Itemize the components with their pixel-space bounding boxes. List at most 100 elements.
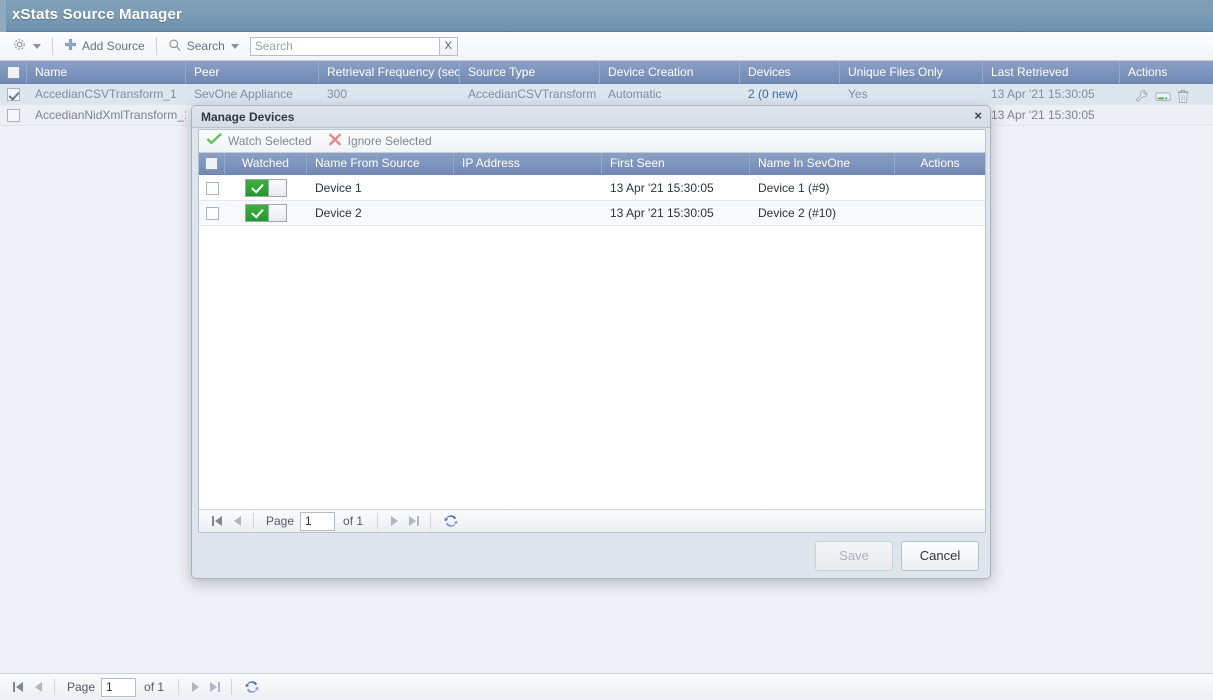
cell-last-retrieved: 13 Apr '21 15:30:05 <box>991 108 1095 122</box>
table-row[interactable]: Device 2 13 Apr '21 15:30:05 Device 2 (#… <box>199 201 985 226</box>
row-checkbox[interactable] <box>7 87 20 101</box>
cell-devices-link[interactable]: 2 (0 new) <box>740 84 840 104</box>
column-header-retrieval-frequency[interactable]: Retrieval Frequency (sec) <box>319 61 460 83</box>
table-row[interactable]: AccedianCSVTransform_1 SevOne Appliance … <box>0 84 1213 105</box>
page-number-input[interactable] <box>101 677 137 697</box>
add-source-label: Add Source <box>82 39 145 53</box>
watched-toggle[interactable] <box>245 204 287 222</box>
search-input[interactable] <box>249 36 440 56</box>
column-header-first-seen[interactable]: First Seen <box>602 153 750 174</box>
column-header-name[interactable]: Name <box>27 61 186 83</box>
save-button[interactable]: Save <box>815 540 893 571</box>
watched-toggle-cell[interactable] <box>225 176 307 200</box>
window-title: xStats Source Manager <box>12 6 183 23</box>
first-page-icon[interactable] <box>207 511 227 531</box>
device-row-checkbox[interactable] <box>205 206 219 220</box>
cell-last-retrieved: 13 Apr '21 15:30:05 <box>991 87 1095 101</box>
select-all-checkbox[interactable] <box>6 65 20 79</box>
watched-toggle-cell[interactable] <box>225 201 307 225</box>
gear-icon <box>12 37 27 55</box>
next-page-icon[interactable] <box>384 511 404 531</box>
last-page-icon[interactable] <box>205 677 225 697</box>
refresh-icon[interactable] <box>443 513 459 529</box>
cancel-button[interactable]: Cancel <box>901 540 979 571</box>
row-select-cell[interactable] <box>0 105 27 125</box>
refresh-icon[interactable] <box>244 679 260 695</box>
dialog-title-bar[interactable]: Manage Devices × <box>192 106 990 128</box>
manage-devices-dialog: Manage Devices × Watch Selected Ignore S <box>191 105 991 579</box>
column-header-peer[interactable]: Peer <box>186 61 319 83</box>
watch-selected-button[interactable]: Watch Selected <box>206 133 318 149</box>
main-pagination-bar: Page of 1 <box>0 673 1213 700</box>
column-header-source-type[interactable]: Source Type <box>460 61 600 83</box>
next-page-icon[interactable] <box>185 677 205 697</box>
devices-select-all-checkbox[interactable] <box>205 157 218 170</box>
column-header-devices[interactable]: Devices <box>740 61 840 83</box>
cell-name-in-sevone: Device 2 (#10) <box>758 206 837 220</box>
pager-divider-2 <box>178 679 180 695</box>
cell-ip-address <box>454 176 602 200</box>
search-menu-button[interactable]: Search <box>163 35 244 57</box>
devices-grid-body: Device 1 13 Apr '21 15:30:05 Device 1 (#… <box>199 176 985 510</box>
search-icon <box>168 38 182 55</box>
close-icon[interactable]: × <box>974 109 982 123</box>
search-clear-button[interactable]: X <box>439 36 458 56</box>
cell-source-type: AccedianCSVTransform <box>468 87 597 101</box>
row-checkbox[interactable] <box>7 108 20 122</box>
column-header-device-creation[interactable]: Device Creation <box>600 61 740 83</box>
dialog-toolbar: Watch Selected Ignore Selected <box>199 130 985 153</box>
column-header-actions[interactable]: Actions <box>1120 61 1213 83</box>
page-total-label: of 1 <box>343 514 364 528</box>
device-icon[interactable] <box>1155 89 1171 104</box>
table-row[interactable]: Device 1 13 Apr '21 15:30:05 Device 1 (#… <box>199 176 985 201</box>
column-header-name-from-source[interactable]: Name From Source <box>307 153 454 174</box>
cell-device-actions <box>895 176 985 200</box>
pager-divider-1 <box>54 679 55 695</box>
dialog-footer: Save Cancel <box>192 533 990 578</box>
cell-device-actions <box>895 201 985 225</box>
column-header-ip-address[interactable]: IP Address <box>454 153 602 174</box>
add-source-button[interactable]: Add Source <box>59 35 150 57</box>
cell-peer: SevOne Appliance <box>194 87 293 101</box>
prev-page-icon[interactable] <box>28 677 48 697</box>
cell-name-from-source: Device 2 <box>315 206 362 220</box>
column-header-watched[interactable]: Watched <box>225 153 307 174</box>
cell-first-seen: 13 Apr '21 15:30:05 <box>610 181 714 195</box>
devices-select-all-cell[interactable] <box>199 153 225 174</box>
device-row-select-cell[interactable] <box>199 176 225 200</box>
column-header-last-retrieved[interactable]: Last Retrieved <box>983 61 1120 83</box>
settings-menu-button[interactable] <box>7 35 46 57</box>
dialog-title: Manage Devices <box>201 110 295 124</box>
last-page-icon[interactable] <box>404 511 424 531</box>
page-number-input[interactable] <box>300 511 336 531</box>
watch-selected-label: Watch Selected <box>228 134 312 148</box>
row-select-cell[interactable] <box>0 84 27 104</box>
chevron-down-icon <box>230 43 239 49</box>
wrench-icon[interactable] <box>1134 89 1150 104</box>
search-menu-label: Search <box>186 39 225 53</box>
cell-actions <box>1120 105 1213 125</box>
sources-grid-header: Name Peer Retrieval Frequency (sec) Sour… <box>0 61 1213 84</box>
device-row-checkbox[interactable] <box>205 181 219 195</box>
page-label: Page <box>266 514 295 528</box>
device-row-select-cell[interactable] <box>199 201 225 225</box>
cell-name: AccedianCSVTransform_1 <box>35 87 177 101</box>
main-pager: Page of 1 <box>8 677 260 697</box>
cell-name: AccedianNidXmlTransform_1 <box>35 108 186 122</box>
cell-first-seen: 13 Apr '21 15:30:05 <box>610 206 714 220</box>
select-all-header-cell[interactable] <box>0 61 27 83</box>
column-header-name-in-sevone[interactable]: Name In SevOne <box>750 153 895 174</box>
pager-divider-3 <box>231 679 233 695</box>
column-header-unique-files-only[interactable]: Unique Files Only <box>840 61 983 83</box>
ignore-selected-label: Ignore Selected <box>347 134 432 148</box>
column-header-device-actions[interactable]: Actions <box>895 153 985 174</box>
plus-icon <box>64 38 77 54</box>
first-page-icon[interactable] <box>8 677 28 697</box>
cell-ip-address <box>454 201 602 225</box>
ignore-selected-button[interactable]: Ignore Selected <box>328 133 438 149</box>
pager-divider-3 <box>430 513 432 529</box>
trash-icon[interactable] <box>1176 89 1192 104</box>
watched-toggle[interactable] <box>245 179 287 197</box>
pager-divider-1 <box>253 513 254 529</box>
prev-page-icon[interactable] <box>227 511 247 531</box>
